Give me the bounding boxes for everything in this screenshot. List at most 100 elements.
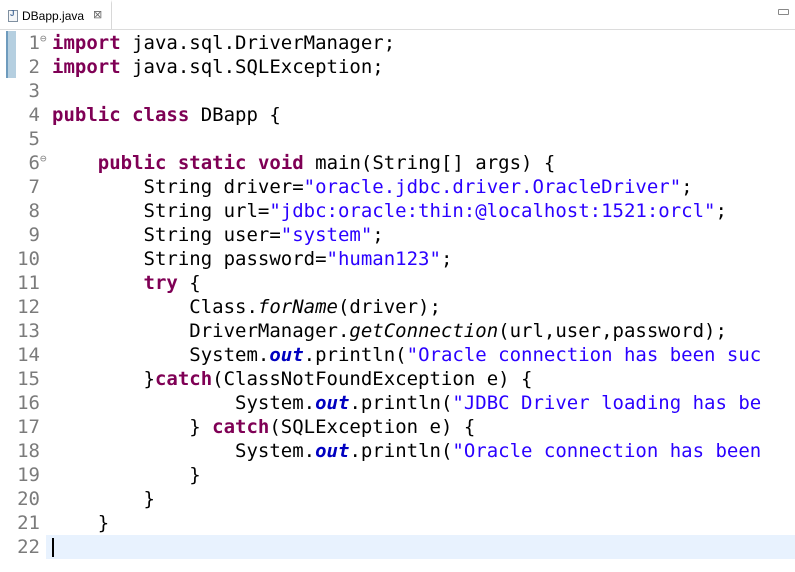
code-text: String url="jdbc:oracle:thin:@localhost:… [52, 200, 727, 222]
code-token: ; [715, 200, 727, 222]
keyword-token: catch [212, 416, 270, 438]
method-token: getConnection [349, 320, 499, 342]
code-token: String user= [52, 224, 281, 246]
keyword-token: import [52, 32, 121, 54]
code-text: } [52, 512, 109, 534]
string-token: "Oracle connection has been suc [406, 344, 762, 366]
code-token: System. [52, 440, 316, 462]
field-token: out [315, 392, 350, 414]
code-token: .println( [303, 344, 407, 366]
line-number: 3 [28, 80, 40, 102]
code-token: ; [440, 248, 453, 270]
code-text: DriverManager.getConnection(url,user,pas… [52, 320, 727, 342]
field-token: out [315, 440, 350, 462]
string-token: "JDBC Driver loading has be [452, 392, 762, 414]
code-token: String url= [52, 200, 270, 222]
code-text: System.out.println("JDBC Driver loading … [52, 392, 761, 414]
line-number: 20 [17, 488, 40, 510]
keyword-token: try [143, 272, 178, 294]
field-token: out [269, 344, 304, 366]
code-text: }catch(ClassNotFoundException e) { [52, 368, 533, 390]
line-number: 5 [28, 128, 40, 150]
code-token: ; [372, 224, 384, 246]
code-token: DriverManager. [52, 320, 350, 342]
code-token: java.sql.SQLException; [120, 56, 384, 78]
string-token: "system" [280, 224, 373, 246]
code-text: String driver="oracle.jdbc.driver.Oracle… [52, 176, 693, 198]
keyword-token: static [177, 152, 247, 174]
keyword-token: catch [154, 368, 213, 390]
code-token: } [52, 464, 201, 486]
code-token: } [52, 368, 155, 390]
keyword-token: import [52, 56, 121, 78]
text-caret [52, 538, 54, 557]
line-number: 22 [17, 536, 40, 558]
line-number: 14 [17, 344, 40, 366]
close-icon[interactable]: ⊠ [93, 8, 102, 21]
line-number: 18 [17, 440, 40, 462]
method-token: forName [257, 296, 338, 318]
code-token: String driver= [52, 176, 304, 198]
code-editor[interactable]: 1 ⊖ import java.sql.DriverManager; 2 import … [0, 30, 795, 572]
minimize-icon[interactable] [778, 9, 789, 15]
code-token: (driver); [337, 296, 441, 318]
line-number: 6 [28, 152, 40, 174]
code-token: (SQLException e) { [269, 416, 476, 438]
code-text: Class.forName(driver); [52, 296, 441, 318]
line-number: 19 [17, 464, 40, 486]
fold-collapse-icon[interactable]: ⊖ [40, 32, 47, 45]
line-number: 21 [17, 512, 40, 534]
string-token: "human123" [326, 248, 441, 270]
keyword-token: void [257, 152, 304, 174]
code-token: (ClassNotFoundException e) { [212, 368, 533, 390]
editor-tab-bar: DBapp.java ⊠ [0, 0, 795, 30]
code-token: System. [52, 392, 316, 414]
code-text: } [52, 464, 201, 486]
line-number: 10 [17, 248, 40, 270]
string-token: "Oracle connection has been [452, 440, 762, 462]
java-file-icon [8, 9, 18, 22]
tab-dbapp-java[interactable]: DBapp.java ⊠ [0, 0, 112, 29]
code-token: } [52, 416, 213, 438]
code-token: Class. [52, 296, 258, 318]
keyword-token: public [52, 104, 121, 126]
fold-collapse-icon[interactable]: ⊖ [40, 152, 47, 165]
code-text: String user="system"; [52, 224, 384, 246]
code-text: String password="human123"; [52, 248, 453, 270]
current-line-highlight [46, 535, 795, 559]
line-number: 13 [17, 320, 40, 342]
keyword-token: class [132, 104, 190, 126]
line-number: 15 [17, 368, 40, 390]
code-text: import java.sql.DriverManager; [52, 32, 395, 54]
line-number: 11 [17, 272, 40, 294]
line-number: 1 [28, 32, 40, 54]
keyword-token: public [97, 152, 167, 174]
code-text: import java.sql.SQLException; [52, 56, 384, 78]
string-token: "oracle.jdbc.driver.OracleDriver" [303, 176, 682, 198]
line-number: 16 [17, 392, 40, 414]
code-token: .println( [349, 392, 453, 414]
line-number: 7 [28, 176, 40, 198]
code-text: public static void main(String[] args) { [52, 152, 556, 174]
line-number: 17 [17, 416, 40, 438]
code-token: (url,user,password); [498, 320, 727, 342]
code-text: } [52, 488, 155, 510]
tab-title: DBapp.java [22, 9, 85, 23]
code-text: } catch(SQLException e) { [52, 416, 475, 438]
line-number: 4 [28, 104, 40, 126]
code-token: DBapp { [189, 104, 281, 126]
code-token: java.sql.DriverManager; [120, 32, 396, 54]
line-number: 8 [28, 200, 40, 222]
string-token: "jdbc:oracle:thin:@localhost:1521:orcl" [269, 200, 716, 222]
code-text: System.out.println("Oracle connection ha… [52, 440, 761, 462]
code-token: String password= [52, 248, 327, 270]
code-text: try { [52, 272, 201, 294]
code-token: { [177, 272, 201, 294]
line-number: 2 [28, 56, 40, 78]
code-token: } [52, 488, 155, 510]
